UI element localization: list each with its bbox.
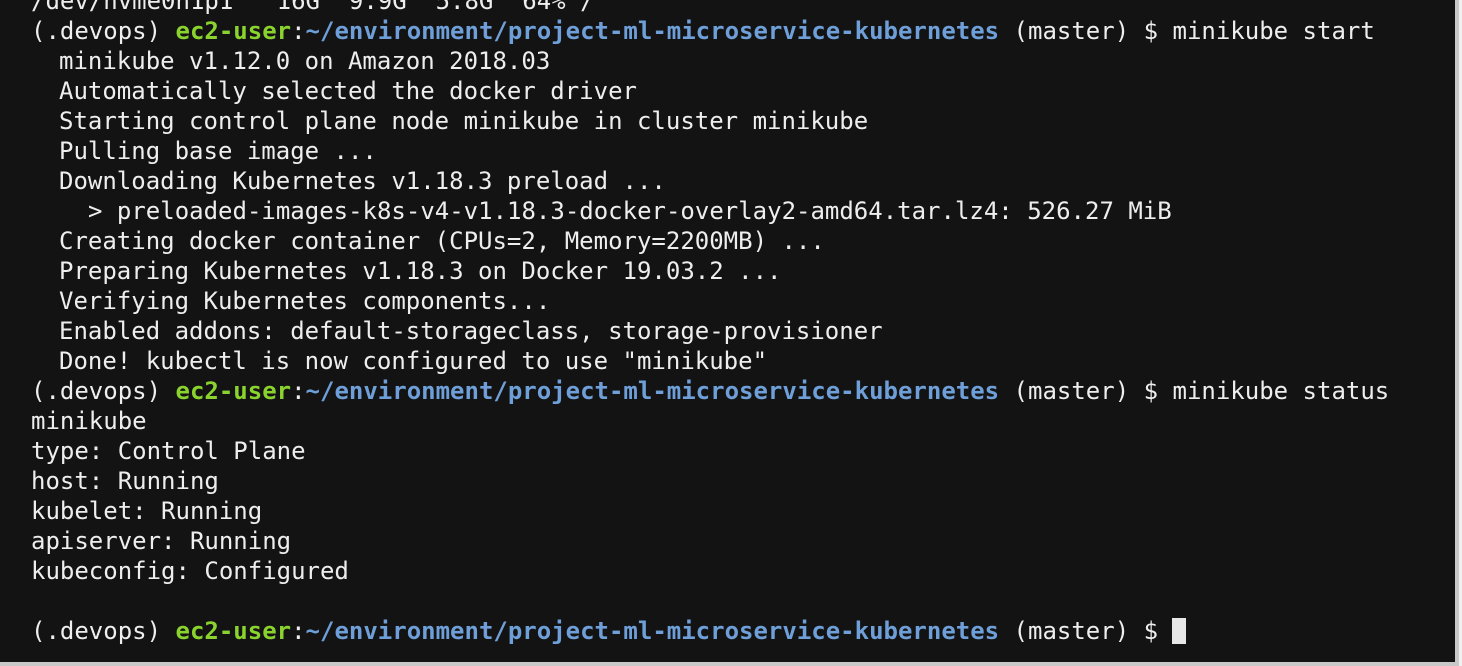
git-branch: (master) $ [999,17,1173,45]
output-line: minikube [31,407,147,435]
output-line: Downloading Kubernetes v1.18.3 preload .… [59,167,666,195]
prompt-colon: : [291,617,306,645]
output-line: Done! kubectl is now configured to use "… [59,347,768,375]
terminal-output: /dev/nvme0n1p1 16G 9.9G 5.8G 64% / (.dev… [31,0,1389,646]
output-line: host: Running [31,467,219,495]
output-line: Preparing Kubernetes v1.18.3 on Docker 1… [59,257,782,285]
command-text: minikube start [1172,17,1375,45]
text-cursor[interactable] [1172,618,1187,644]
terminal-window[interactable]: /dev/nvme0n1p1 16G 9.9G 5.8G 64% / (.dev… [0,0,1459,666]
df-output-line: /dev/nvme0n1p1 16G 9.9G 5.8G 64% / [31,0,595,15]
user-host: ec2-user [175,377,292,405]
command-text: minikube status [1172,377,1390,405]
prompt-line: (.devops) ec2-user:~/environment/project… [31,16,1389,46]
working-directory: ~/environment/project-ml-microservice-ku… [305,377,1000,405]
active-prompt-line[interactable]: (.devops) ec2-user:~/environment/project… [31,616,1389,646]
prompt-colon: : [291,377,306,405]
output-line: Starting control plane node minikube in … [59,107,869,135]
user-host: ec2-user [175,17,292,45]
output-line: minikube v1.12.0 on Amazon 2018.03 [59,47,551,75]
output-line: type: Control Plane [31,437,306,465]
working-directory: ~/environment/project-ml-microservice-ku… [305,617,1000,645]
venv-label: (.devops) [31,17,176,45]
venv-label: (.devops) [31,617,176,645]
output-line: Enabled addons: default-storageclass, st… [59,317,883,345]
output-line: Creating docker container (CPUs=2, Memor… [59,227,825,255]
prompt-line: (.devops) ec2-user:~/environment/project… [31,376,1389,406]
output-line: apiserver: Running [31,527,292,555]
user-host: ec2-user [175,617,292,645]
prompt-colon: : [291,17,306,45]
output-line: Pulling base image ... [59,137,377,165]
working-directory: ~/environment/project-ml-microservice-ku… [305,17,1000,45]
venv-label: (.devops) [31,377,176,405]
git-branch: (master) $ [999,617,1159,645]
output-line: Automatically selected the docker driver [59,77,637,105]
output-line: > preloaded-images-k8s-v4-v1.18.3-docker… [88,197,1172,225]
git-branch: (master) $ [999,377,1173,405]
output-line: Verifying Kubernetes components... [59,287,551,315]
output-line: kubelet: Running [31,497,263,525]
output-line: kubeconfig: Configured [31,557,349,585]
